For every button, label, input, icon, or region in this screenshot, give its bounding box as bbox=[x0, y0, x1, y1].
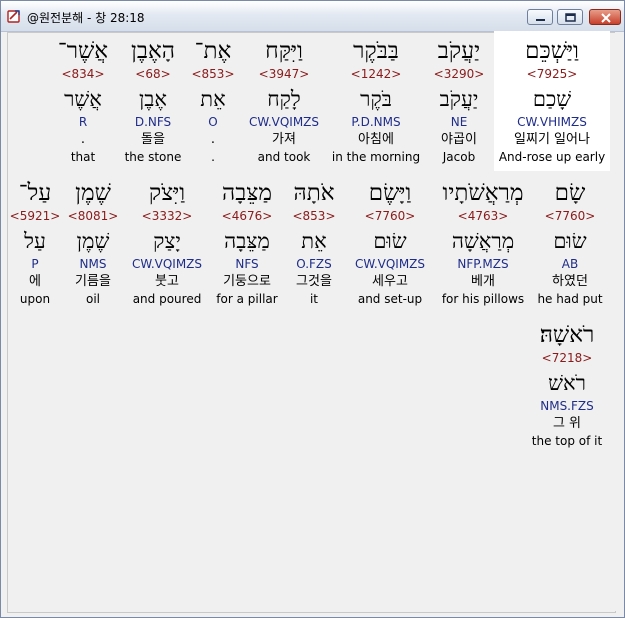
english-gloss: that bbox=[70, 150, 96, 164]
word-cell[interactable]: עַל־ <5921> עַל P 에 upon bbox=[0, 178, 96, 307]
english-gloss: upon bbox=[19, 292, 51, 306]
maximize-icon bbox=[565, 13, 576, 22]
word-cell[interactable]: רֹאשָׁהּ׃ <7218> רֹאשׁ NMS.FZS 그 위 the top of… bbox=[506, 320, 625, 449]
english-gloss: the top of it bbox=[531, 434, 603, 448]
close-icon bbox=[601, 13, 611, 23]
hebrew-word: אֲשֶׁר־ bbox=[57, 38, 109, 64]
maximize-button[interactable] bbox=[557, 9, 583, 25]
strong-number: <5921> bbox=[9, 209, 61, 223]
word-cell[interactable]: אֲשֶׁר־ <834> אֲשֶׁר R. that bbox=[22, 36, 144, 165]
hebrew-word: עַל־ bbox=[18, 180, 52, 206]
lexical-form: רֹאשׁ bbox=[548, 371, 586, 395]
parsing-code: R bbox=[78, 115, 88, 129]
lexical-form: עַל bbox=[24, 229, 46, 253]
app-window: @원전분해 - 창 28:18 וַיַּשְׁכֵּם <7925> שָׁכַם… bbox=[0, 0, 625, 618]
strong-number: <834> bbox=[61, 67, 105, 81]
title-bar[interactable]: @원전분해 - 창 28:18 bbox=[1, 1, 624, 32]
minimize-button[interactable] bbox=[527, 9, 553, 25]
bible-app-icon[interactable] bbox=[6, 8, 22, 24]
korean-gloss: 에 bbox=[29, 274, 41, 289]
hebrew-word: רֹאשָׁהּ׃ bbox=[539, 322, 595, 348]
parsing-code: NMS.FZS bbox=[540, 399, 594, 413]
parsing-code: P bbox=[31, 257, 39, 271]
close-button[interactable] bbox=[589, 9, 621, 25]
minimize-icon bbox=[536, 19, 545, 21]
korean-gloss: . bbox=[80, 132, 86, 147]
window-title: @원전분해 - 창 28:18 bbox=[27, 11, 145, 25]
lexical-form: אֲשֶׁר bbox=[64, 87, 102, 111]
strong-number: <7218> bbox=[541, 351, 593, 365]
korean-gloss: 그 위 bbox=[552, 416, 582, 431]
